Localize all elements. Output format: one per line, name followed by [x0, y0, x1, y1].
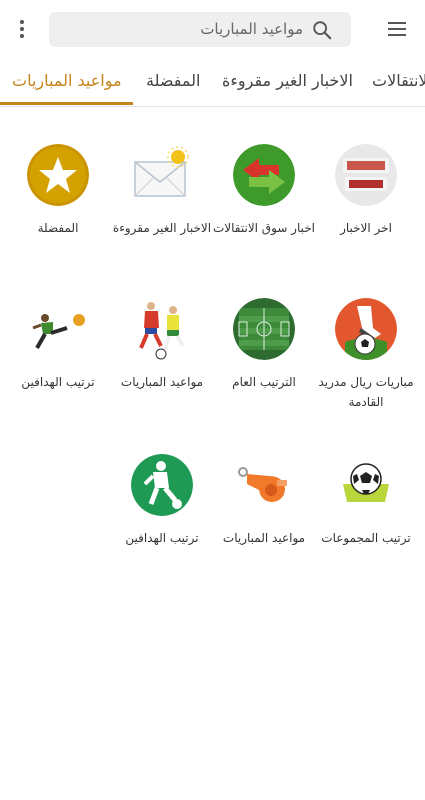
whistle-icon [233, 454, 295, 516]
grid-item-label: مباريات ريال مدريد القادمة [318, 375, 414, 409]
tab-match-schedule[interactable]: مواعيد المباريات [12, 71, 122, 90]
grid-item-label: ترتيب المجموعات [321, 531, 411, 545]
player-silhouette-icon [131, 454, 193, 516]
football-pitch-icon [233, 298, 295, 360]
hamburger-menu-icon[interactable] [385, 17, 409, 41]
search-icon [313, 21, 332, 40]
search-input[interactable]: مواعيد المباريات [49, 12, 351, 47]
more-options-icon[interactable] [14, 17, 30, 41]
football-kick-icon [335, 298, 397, 360]
sports-news-logo-icon [335, 144, 397, 206]
tab-divider [0, 106, 425, 107]
grid-item-label: ترتيب الهدافين [125, 531, 199, 545]
grid-item-label: مواعيد المباريات [120, 375, 204, 389]
tab-transfers[interactable]: الانتقالات [372, 71, 425, 90]
envelope-icon [131, 144, 193, 206]
player-kicking-ball-icon [27, 298, 89, 360]
football-players-icon [131, 298, 193, 360]
grid-item-label: المفضلة [37, 221, 79, 235]
star-icon [27, 144, 89, 206]
tab-favorites[interactable]: المفضلة [146, 71, 200, 90]
tab-bar: الانتقالات الاخبار الغير مقروءة المفضلة … [0, 58, 425, 106]
grid-item-label: اخبار سوق الانتقالات [212, 221, 316, 235]
tab-unread-news[interactable]: الاخبار الغير مقروءة [222, 71, 353, 90]
grid-item-label: الاخبار الغير مقروءة [112, 221, 212, 235]
grid-item-label: الترتيب العام [232, 375, 296, 389]
search-placeholder: مواعيد المباريات [200, 20, 303, 38]
football-icon [335, 454, 397, 516]
grid-item-label: اخر الاخبار [340, 221, 392, 235]
grid-item-label: مواعيد المباريات [222, 531, 306, 545]
transfer-arrows-icon [233, 144, 295, 206]
grid-item-label: ترتيب الهدافين [21, 375, 95, 389]
active-tab-indicator [0, 102, 133, 105]
app-bar: مواعيد المباريات [0, 0, 425, 58]
